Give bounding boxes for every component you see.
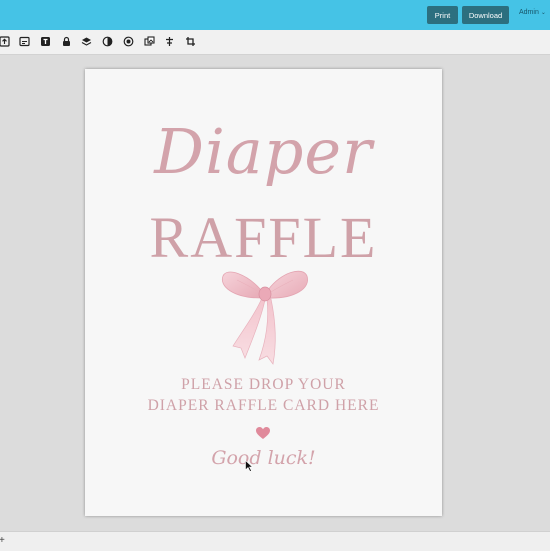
title-block-text[interactable]: RAFFLE [85,209,442,267]
stack-icon[interactable] [81,36,92,47]
print-button[interactable]: Print [427,6,458,24]
lock-icon[interactable] [61,36,72,47]
bow-illustration[interactable] [217,268,312,366]
color-wheel-icon[interactable] [123,36,134,47]
heart-icon [256,427,270,440]
title-script-text[interactable]: Diaper [85,121,442,183]
good-luck-text[interactable]: Good luck! [85,449,442,468]
instruction-line-2: DIAPER RAFFLE CARD HERE [147,397,380,414]
image-swap-icon[interactable] [144,36,155,47]
document-page[interactable]: Diaper RAFFLE PLEASE DROP YOUR DIAPER RA… [85,69,442,516]
add-page-icon[interactable]: + [0,535,5,546]
chevron-down-icon: ⌄ [540,10,546,16]
instruction-line-1: PLEASE DROP YOUR [181,376,346,393]
instruction-text[interactable]: PLEASE DROP YOUR DIAPER RAFFLE CARD HERE [85,374,442,416]
top-bar: Print Download Admin ⌄ [0,0,550,30]
contrast-icon[interactable] [102,36,113,47]
admin-menu[interactable]: Admin ⌄ [519,9,546,16]
align-icon[interactable] [164,36,175,47]
text-box-icon[interactable] [40,36,51,47]
editor-toolbar [0,30,550,55]
download-button[interactable]: Download [462,6,509,24]
bottom-bar: + [0,531,550,551]
mouse-cursor-icon [245,460,253,472]
upload-icon[interactable] [0,36,10,47]
admin-label: Admin [519,9,539,16]
crop-icon[interactable] [185,36,196,47]
layers-icon[interactable] [19,36,30,47]
